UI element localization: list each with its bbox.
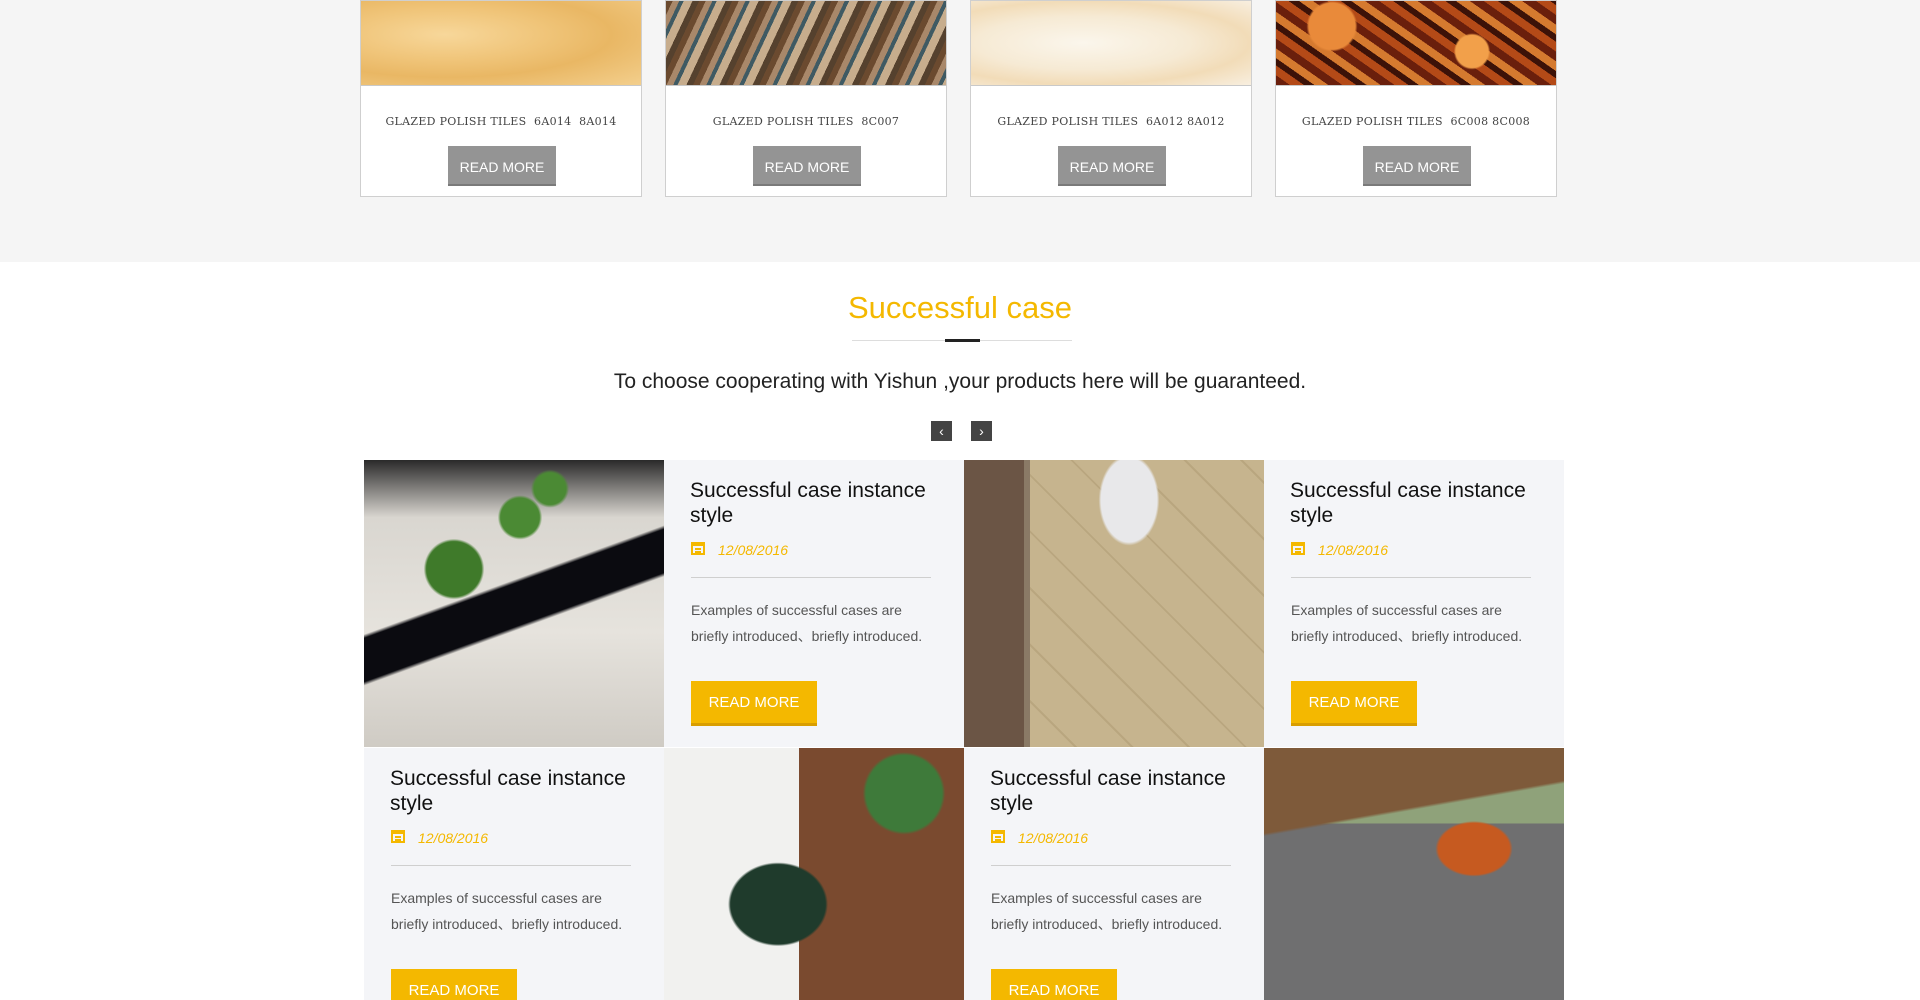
products-band: GLAZED POLISH TILES 6A014 8A014 READ MOR… <box>0 0 1920 262</box>
calendar-icon <box>991 830 1005 843</box>
title-divider-accent <box>945 339 980 342</box>
product-title[interactable]: GLAZED POLISH TILES 8C007 <box>666 115 946 128</box>
case-photo-dining[interactable] <box>1264 748 1564 1000</box>
calendar-icon <box>391 830 405 843</box>
case-description: Examples of successful cases are briefly… <box>391 890 623 932</box>
product-title[interactable]: GLAZED POLISH TILES 6A014 8A014 <box>361 115 641 128</box>
case-title[interactable]: Successful case instance style <box>690 478 950 528</box>
product-image[interactable] <box>971 1 1251 86</box>
product-read-more-button[interactable]: READ MORE <box>1363 146 1471 186</box>
section-title: Successful case <box>848 290 1072 325</box>
case-date: 12/08/2016 <box>1018 830 1089 846</box>
case-read-more-button[interactable]: READ MORE <box>991 969 1117 1000</box>
case-photo-bathroom[interactable] <box>664 748 964 1000</box>
case-title[interactable]: Successful case instance style <box>1290 478 1550 528</box>
prev-arrow-icon[interactable]: ‹ <box>931 421 952 441</box>
case-title[interactable]: Successful case instance style <box>390 766 650 816</box>
case-card: Successful case instance style 12/08/201… <box>364 748 664 1000</box>
next-arrow-icon[interactable]: › <box>971 421 992 441</box>
product-image[interactable] <box>361 1 641 86</box>
case-divider <box>391 865 631 866</box>
case-photo-walkway[interactable] <box>364 460 664 747</box>
case-divider <box>691 577 931 578</box>
case-date: 12/08/2016 <box>1318 542 1389 558</box>
case-description: Examples of successful cases are briefly… <box>991 890 1223 932</box>
case-read-more-button[interactable]: READ MORE <box>1291 681 1417 726</box>
product-card[interactable]: GLAZED POLISH TILES 6A012 8A012 READ MOR… <box>970 0 1252 197</box>
calendar-icon <box>1291 542 1305 555</box>
product-read-more-button[interactable]: READ MORE <box>448 146 556 186</box>
case-read-more-button[interactable]: READ MORE <box>691 681 817 726</box>
product-title[interactable]: GLAZED POLISH TILES 6C008 8C008 <box>1276 115 1556 128</box>
case-description: Examples of successful cases are briefly… <box>691 602 923 644</box>
product-title[interactable]: GLAZED POLISH TILES 6A012 8A012 <box>971 115 1251 128</box>
product-read-more-button[interactable]: READ MORE <box>753 146 861 186</box>
case-photo-laundry[interactable] <box>964 460 1264 747</box>
case-card: Successful case instance style 12/08/201… <box>964 748 1264 1000</box>
case-divider <box>991 865 1231 866</box>
product-image[interactable] <box>666 1 946 86</box>
product-read-more-button[interactable]: READ MORE <box>1058 146 1166 186</box>
case-title[interactable]: Successful case instance style <box>990 766 1250 816</box>
section-subtitle: To choose cooperating with Yishun ,your … <box>613 370 1307 393</box>
case-date: 12/08/2016 <box>718 542 789 558</box>
case-date: 12/08/2016 <box>418 830 489 846</box>
product-image[interactable] <box>1276 1 1556 86</box>
product-card[interactable]: GLAZED POLISH TILES 8C007 READ MORE <box>665 0 947 197</box>
product-card[interactable]: GLAZED POLISH TILES 6C008 8C008 READ MOR… <box>1275 0 1557 197</box>
calendar-icon <box>691 542 705 555</box>
case-card: Successful case instance style 12/08/201… <box>1264 460 1564 747</box>
case-read-more-button[interactable]: READ MORE <box>391 969 517 1000</box>
product-card[interactable]: GLAZED POLISH TILES 6A014 8A014 READ MOR… <box>360 0 642 197</box>
case-divider <box>1291 577 1531 578</box>
case-card: Successful case instance style 12/08/201… <box>664 460 964 747</box>
case-description: Examples of successful cases are briefly… <box>1291 602 1523 644</box>
